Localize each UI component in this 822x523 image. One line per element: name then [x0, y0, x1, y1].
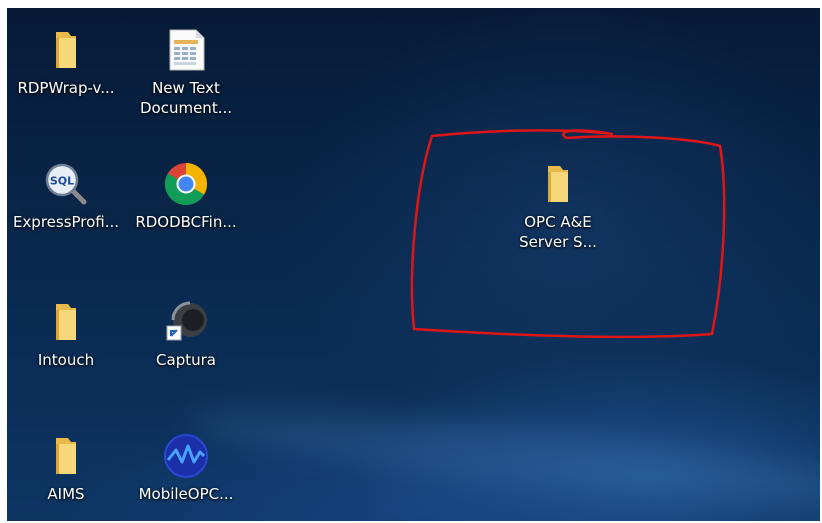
folder-icon	[548, 166, 568, 202]
icon-label: ExpressProfi...	[12, 213, 120, 231]
mobileopc-icon	[164, 434, 208, 478]
desktop-icon-captura[interactable]: Captura	[127, 288, 245, 380]
desktop-icon-aims[interactable]: AIMS	[7, 422, 125, 514]
desktop-icon-opc-ae-server[interactable]: OPC A&E Server S...	[499, 150, 617, 251]
folder-icon	[56, 438, 76, 474]
icon-label: New Text Document...	[139, 79, 232, 117]
desktop-icon-mobileopc[interactable]: MobileOPC...	[127, 422, 245, 514]
icon-label: Captura	[156, 351, 216, 369]
folder-icon	[56, 304, 76, 340]
icon-label: RDODBCFin...	[135, 213, 237, 231]
desktop-icon-rdpwrap[interactable]: RDPWrap-v...	[7, 16, 125, 108]
text-document-icon	[169, 29, 205, 71]
wallpaper-light-streak	[185, 391, 820, 521]
desktop[interactable]: RDPWrap-v... New Text Document... SQL Ex…	[7, 8, 820, 521]
svg-text:SQL: SQL	[50, 175, 74, 188]
folder-icon	[56, 32, 76, 68]
icon-label: MobileOPC...	[138, 485, 234, 503]
icon-label: AIMS	[47, 485, 85, 503]
icon-label: OPC A&E Server S...	[519, 213, 597, 251]
desktop-icon-rdodbcfin[interactable]: RDODBCFin...	[127, 150, 245, 242]
icon-label: RDPWrap-v...	[17, 79, 115, 97]
sql-profiler-icon: SQL	[45, 163, 87, 205]
icon-label: Intouch	[37, 351, 95, 369]
desktop-icon-new-text-document[interactable]: New Text Document...	[127, 16, 245, 117]
captura-shortcut-icon	[166, 301, 207, 341]
desktop-icon-expressprofiler[interactable]: SQL ExpressProfi...	[7, 150, 125, 242]
chrome-icon	[164, 163, 208, 206]
desktop-icon-intouch[interactable]: Intouch	[7, 288, 125, 380]
